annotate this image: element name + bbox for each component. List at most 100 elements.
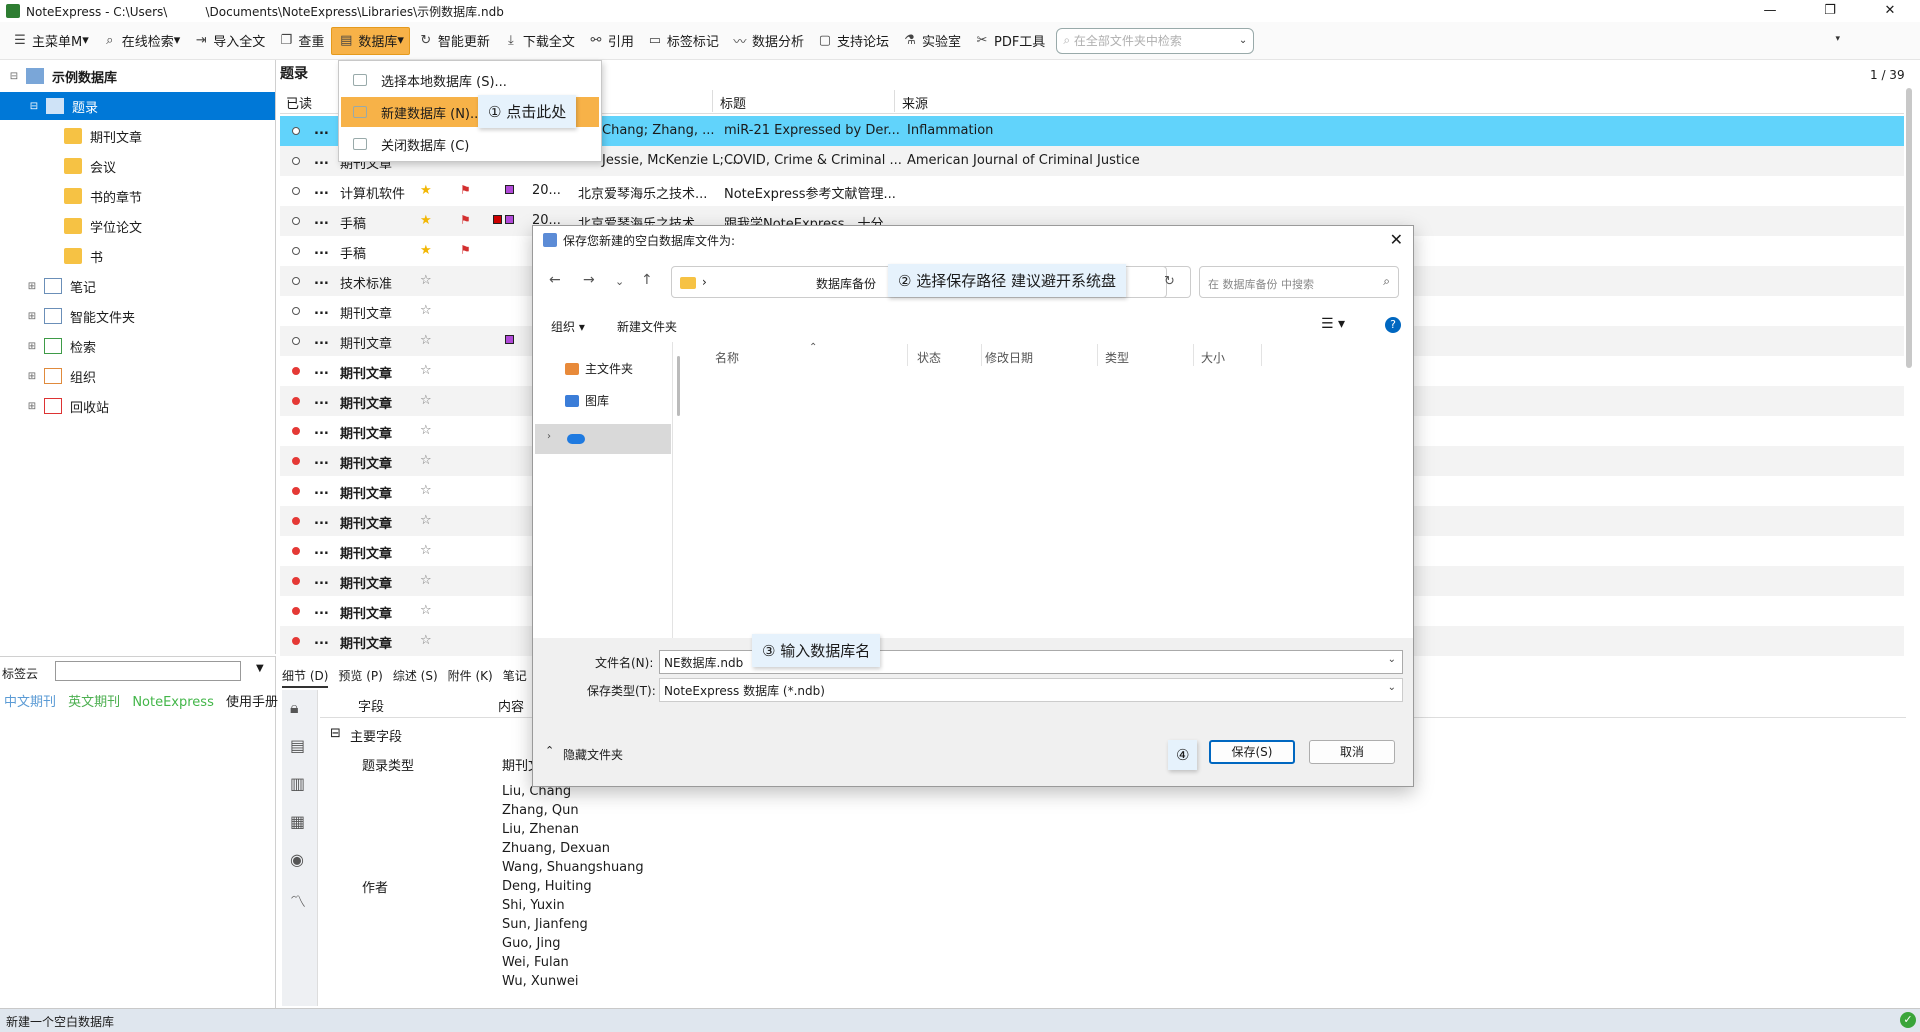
- tab-summary[interactable]: 综述 (S): [393, 664, 438, 688]
- expand-icon[interactable]: ⊞: [26, 281, 38, 292]
- star-icon[interactable]: ☆: [420, 453, 432, 468]
- chevron-down-icon[interactable]: ▼: [256, 663, 264, 674]
- read-status-icon[interactable]: [292, 367, 300, 375]
- table-row[interactable]: ... 计算机软件 ★ ⚑ 20... 北京爱琴海乐之技术... NoteExpress参考…: [280, 176, 1904, 206]
- column-size[interactable]: 大小: [1201, 349, 1225, 366]
- cite-button[interactable]: ⚯ 引用: [582, 27, 639, 55]
- import-fulltext-button[interactable]: ⇥ 导入全文: [187, 27, 270, 55]
- tag-button[interactable]: ▭ 标签标记: [641, 27, 724, 55]
- close-icon[interactable]: ✕: [1390, 230, 1403, 249]
- star-icon[interactable]: ★: [420, 183, 432, 198]
- read-status-icon[interactable]: [292, 637, 300, 645]
- chevron-up-icon[interactable]: ⌃: [545, 744, 554, 757]
- read-status-icon[interactable]: [292, 457, 300, 465]
- tab-attachments[interactable]: 附件 (K): [448, 664, 493, 688]
- back-arrow-icon[interactable]: ←: [549, 272, 561, 288]
- tree-item-journal[interactable]: 期刊文章: [64, 122, 142, 150]
- maximize-button[interactable]: ❐: [1800, 0, 1860, 22]
- list-scrollbar[interactable]: [1906, 88, 1912, 368]
- tree-item-search[interactable]: ⊞ 检索: [26, 332, 96, 360]
- view-options-icon[interactable]: ☰ ▾: [1321, 316, 1345, 332]
- flag-icon[interactable]: ⚑: [460, 243, 471, 257]
- star-icon[interactable]: ★: [420, 213, 432, 228]
- star-icon[interactable]: ☆: [420, 273, 432, 288]
- read-status-icon[interactable]: [292, 187, 300, 195]
- tree-item-thesis[interactable]: 学位论文: [64, 212, 142, 240]
- tab-preview[interactable]: 预览 (P): [338, 664, 382, 688]
- collapse-icon[interactable]: ⊟: [8, 71, 20, 82]
- nav-gallery[interactable]: 图库: [565, 392, 609, 409]
- read-status-icon[interactable]: [292, 217, 300, 225]
- notes-icon[interactable]: ▦: [290, 812, 305, 831]
- help-icon[interactable]: ?: [1385, 317, 1401, 333]
- star-icon[interactable]: ☆: [420, 483, 432, 498]
- read-status-icon[interactable]: [292, 607, 300, 615]
- dialog-search-input[interactable]: 在 数据库备份 中搜索 ⌕: [1199, 266, 1399, 298]
- hide-folders-button[interactable]: 隐藏文件夹: [563, 746, 623, 763]
- read-status-icon[interactable]: [292, 277, 300, 285]
- cancel-button[interactable]: 取消: [1309, 740, 1395, 764]
- download-fulltext-button[interactable]: ⤓ 下载全文: [497, 27, 580, 55]
- star-icon[interactable]: ★: [420, 243, 432, 258]
- read-status-icon[interactable]: [292, 517, 300, 525]
- database-menu-button[interactable]: ▤ 数据库 ▾: [331, 26, 410, 55]
- nav-home[interactable]: 主文件夹: [565, 360, 633, 377]
- flag-icon[interactable]: ⚑: [460, 213, 471, 227]
- organize-button[interactable]: 组织 ▾: [551, 318, 585, 335]
- toolbar-overflow-icon[interactable]: ▾: [1835, 34, 1840, 44]
- star-icon[interactable]: ☆: [420, 543, 432, 558]
- expand-icon[interactable]: ⊞: [26, 401, 38, 412]
- star-icon[interactable]: ☆: [420, 333, 432, 348]
- column-read[interactable]: 已读: [286, 93, 312, 112]
- column-status[interactable]: 状态: [917, 349, 941, 366]
- star-icon[interactable]: ☆: [420, 363, 432, 378]
- expand-icon[interactable]: ⊞: [26, 341, 38, 352]
- read-status-icon[interactable]: [292, 577, 300, 585]
- folder-search-input[interactable]: ⌕ 在全部文件夹中检索 ⌄: [1056, 27, 1255, 54]
- read-status-icon[interactable]: [292, 427, 300, 435]
- star-icon[interactable]: ☆: [420, 633, 432, 648]
- smart-update-button[interactable]: ↻ 智能更新: [412, 27, 495, 55]
- read-status-icon[interactable]: [292, 127, 300, 135]
- chevron-down-icon[interactable]: ⌄: [1388, 654, 1396, 665]
- new-folder-button[interactable]: 新建文件夹: [617, 318, 677, 335]
- tree-item-notes[interactable]: ⊞ 笔记: [26, 272, 96, 300]
- star-icon[interactable]: ☆: [420, 573, 432, 588]
- expand-icon[interactable]: ⊞: [26, 311, 38, 322]
- tree-item-book[interactable]: 书: [64, 242, 103, 270]
- document-icon[interactable]: ▤: [290, 736, 305, 755]
- eye-icon[interactable]: ◉: [290, 850, 304, 869]
- chevron-right-icon[interactable]: ›: [547, 431, 551, 442]
- minimize-button[interactable]: —: [1740, 0, 1800, 22]
- lab-button[interactable]: ⚗ 实验室: [896, 27, 966, 55]
- save-button[interactable]: 保存(S): [1209, 740, 1295, 764]
- tag-item[interactable]: NoteExpress: [132, 695, 214, 710]
- column-type[interactable]: 类型: [1105, 349, 1129, 366]
- menu-close-db[interactable]: 关闭数据库 (C): [341, 129, 599, 159]
- flag-icon[interactable]: ⚑: [460, 183, 471, 197]
- tree-item-organize[interactable]: ⊞ 组织: [26, 362, 96, 390]
- close-button[interactable]: ✕: [1860, 0, 1920, 22]
- read-status-icon[interactable]: [292, 157, 300, 165]
- tree-item-book-chapter[interactable]: 书的章节: [64, 182, 142, 210]
- read-status-icon[interactable]: [292, 397, 300, 405]
- column-source[interactable]: 来源: [902, 93, 928, 112]
- tab-notes[interactable]: 笔记: [503, 664, 527, 688]
- column-name[interactable]: 名称: [715, 349, 739, 366]
- star-icon[interactable]: ☆: [420, 513, 432, 528]
- nav-onedrive[interactable]: ›: [535, 424, 671, 454]
- nav-scrollbar[interactable]: [677, 356, 680, 416]
- trend-icon[interactable]: 〽: [290, 888, 306, 912]
- column-modified[interactable]: 修改日期: [985, 349, 1033, 366]
- lock-icon[interactable]: 🔒︎: [290, 698, 299, 718]
- pdf-tools-button[interactable]: ✂ PDF工具: [968, 27, 1050, 55]
- tag-item[interactable]: 使用手册: [226, 695, 278, 710]
- star-icon[interactable]: ☆: [420, 303, 432, 318]
- chevron-down-icon[interactable]: ⌄: [1388, 682, 1396, 693]
- chevron-down-icon[interactable]: ⌄: [615, 275, 624, 288]
- star-icon[interactable]: ☆: [420, 393, 432, 408]
- dedupe-button[interactable]: ❐ 查重: [272, 27, 329, 55]
- main-menu-button[interactable]: ☰ 主菜单M ▾: [6, 27, 94, 55]
- collapse-icon[interactable]: ⊟: [330, 726, 341, 741]
- menu-open-local-db[interactable]: 选择本地数据库 (S)...: [341, 65, 599, 95]
